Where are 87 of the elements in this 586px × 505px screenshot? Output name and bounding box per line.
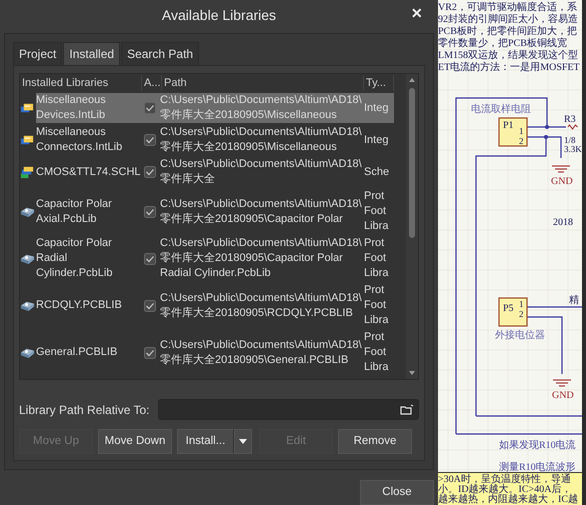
pin-number: 1: [519, 126, 524, 136]
library-name: Miscellaneous Connectors.IntLib: [36, 125, 124, 155]
ground-symbol: [552, 380, 572, 386]
component-caption: 电流取样电阻: [471, 104, 531, 115]
action-button[interactable]: Move Down: [98, 429, 172, 454]
note-text: VR2，可调节驱动幅度合适，系: [438, 2, 577, 13]
library-type: Integ: [364, 100, 390, 116]
remark-text: 测量R10电流波形: [499, 462, 576, 473]
junction-dot: [544, 135, 548, 139]
designator-text: R3: [564, 114, 576, 125]
action-button[interactable]: Remove: [338, 429, 412, 454]
library-path: C:\Users\Public\Documents\Altium\AD18\ 零件库大全20180905\Miscellaneous: [160, 93, 363, 123]
label-text: 2018: [553, 217, 573, 228]
library-path: C:\Users\Public\Documents\Altium\AD18\ 零件库大全20180905\Miscellaneous: [160, 125, 363, 155]
library-path: C:\Users\Public\Documents\Altium\AD18\ 零件库大全20180905\Capacitor Polar: [160, 196, 363, 226]
junction-dot: [545, 125, 549, 129]
checkbox[interactable]: [144, 206, 156, 218]
pin-number: 2: [519, 309, 524, 319]
library-name: RCDQLY.PCBLIB: [36, 298, 123, 313]
install-button[interactable]: Install...: [177, 429, 234, 454]
note-text: 零件数量少，把PCB板铜线宽: [438, 38, 567, 49]
note-text: PCB板时，把零件间距加大，把: [438, 26, 577, 37]
library-type: Sche: [364, 164, 390, 180]
library-type: Prot Foot Libra: [364, 283, 390, 328]
scroll-down-icon[interactable]: [409, 370, 415, 376]
designator-text: P5: [503, 303, 514, 314]
remark-text: 如果发现R10电流: [499, 440, 576, 451]
field-label: Library Path Relative To:: [19, 402, 150, 418]
library-path: C:\Users\Public\Documents\Altium\AD18\ 零件库大全20180905\RCDQLY.PCBLIB: [160, 290, 363, 320]
note-text: >30A时，呈负温度特性，导通: [438, 474, 571, 485]
window-title: Available Libraries: [162, 6, 276, 25]
designator-text: P1: [503, 120, 514, 131]
library-row[interactable]: Miscellaneous Connectors.IntLib C:\Users\Public\Documents\Altium\AD18\ 零件库大全20180905\Miscellaneous Integ: [20, 124, 406, 156]
ground-symbol: [552, 166, 570, 172]
library-name: Capacitor Polar Radial Cylinder.PcbLib: [36, 236, 114, 281]
path-field[interactable]: [158, 399, 419, 420]
resistor-symbol: [568, 124, 578, 130]
library-name: General.PCBLIB: [36, 345, 118, 360]
library-path: C:\Users\Public\Documents\Altium\AD18\ 零件库大全20180905\Capacitor Polar Radial Cylinder.PcbLib: [160, 236, 363, 281]
tab[interactable]: Installed: [63, 42, 120, 65]
note-text: ET电流的方法：一是用MOSFET: [438, 62, 580, 73]
net-label: GND: [552, 390, 574, 401]
checkbox[interactable]: [144, 134, 156, 146]
library-type: Prot Foot Libra: [364, 189, 390, 234]
library-row[interactable]: Miscellaneous Devices.IntLib C:\Users\Public\Documents\Altium\AD18\ 零件库大全20180905\Miscellaneous Integ: [20, 92, 406, 124]
tab[interactable]: Search Path: [121, 42, 200, 65]
library-name: CMOS&TTL74.SCHL: [36, 164, 142, 180]
tab[interactable]: Project: [13, 42, 62, 65]
checkbox[interactable]: [144, 166, 156, 178]
library-row[interactable]: CMOS&TTL74.SCHL C:\Users\Public\Documents\Altium\AD18\ 零件库大全 Sche: [20, 156, 406, 188]
column-header[interactable]: A...: [142, 74, 162, 92]
library-type: Prot Foot Libra: [364, 330, 390, 375]
net-label: 精: [569, 295, 579, 306]
caret-icon: [239, 439, 247, 444]
library-icon: [20, 164, 35, 180]
close-button[interactable]: ×: [407, 3, 426, 23]
net-label: GND: [551, 176, 573, 187]
library-name: Capacitor Polar Axial.PcbLib: [36, 196, 113, 226]
checkbox[interactable]: [144, 102, 156, 114]
note-text: 越来越热，内阻越来越大，IC越: [438, 494, 578, 505]
scrollbar[interactable]: [406, 74, 418, 379]
checkbox[interactable]: [144, 346, 156, 358]
note-text: 小。ID越来越大。IC>40A后，: [438, 484, 572, 495]
note-text: 92封装的引脚间距太小，容易造: [438, 14, 578, 25]
library-type: Prot Foot Libra: [364, 236, 390, 281]
column-header[interactable]: Ty...: [364, 74, 394, 92]
pin-number: 1: [519, 299, 524, 309]
library-path: C:\Users\Public\Documents\Altium\AD18\ 零件库大全: [160, 157, 363, 187]
library-name: Miscellaneous Devices.IntLib: [36, 93, 107, 123]
library-row[interactable]: Capacitor Polar Radial Cylinder.PcbLib C:\Users\Public\Documents\Altium\AD18\ 零件库大全20180905\Capacitor Polar Radial Cylinder.PcbLib Prot Foot Libra: [20, 235, 406, 282]
library-type: Integ: [364, 132, 390, 148]
pin-number: 2: [519, 136, 524, 146]
component-caption: 外接电位器: [495, 330, 545, 341]
note-text: LM158双运放，结果发现这个型: [438, 50, 578, 61]
component-box: [498, 297, 528, 327]
column-header[interactable]: Installed Libraries: [20, 74, 142, 92]
checkbox[interactable]: [144, 252, 156, 264]
library-path: C:\Users\Public\Documents\Altium\AD18\ 零件库大全20180905\General.PCBLIB: [160, 338, 363, 368]
resistor-value: 1/8: [564, 135, 576, 145]
component-box: [498, 117, 528, 147]
column-header[interactable]: Path: [162, 74, 364, 92]
folder-icon[interactable]: [400, 404, 414, 416]
dropdown-toggle[interactable]: [234, 429, 252, 454]
checkbox[interactable]: [144, 300, 156, 312]
scroll-up-icon[interactable]: [409, 77, 415, 83]
close-button[interactable]: Close: [360, 480, 434, 505]
resistor-value: 3.3K: [564, 144, 582, 154]
